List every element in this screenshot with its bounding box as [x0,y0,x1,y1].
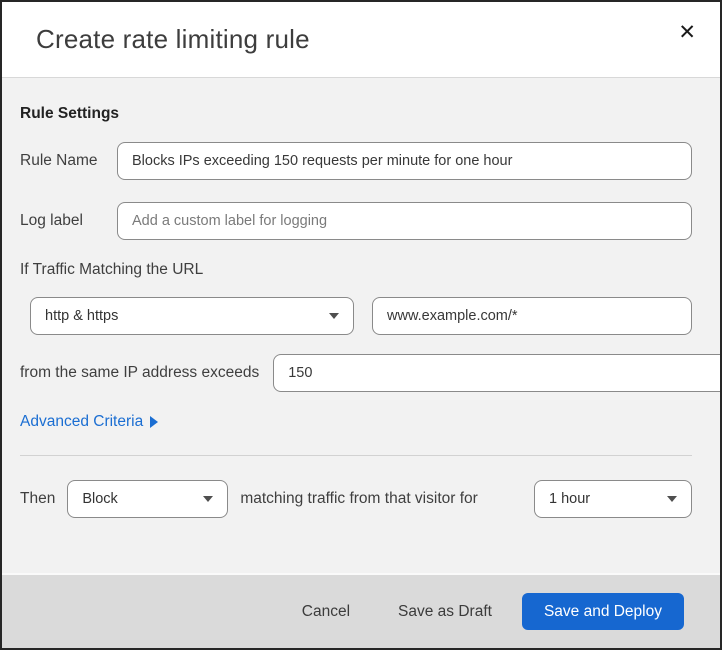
requests-count-input[interactable] [273,354,720,392]
rule-settings-heading: Rule Settings [20,105,120,122]
threshold-prefix-label: from the same IP address exceeds [20,364,260,381]
log-label-row: Log label [20,202,692,240]
url-pattern-input[interactable] [372,297,692,335]
dialog-header: Create rate limiting rule ✕ [2,2,720,78]
chevron-down-icon [329,313,339,319]
save-as-draft-button[interactable]: Save as Draft [394,597,496,627]
url-input-wrap [372,297,692,335]
scheme-select-value: http & https [45,308,119,324]
dialog-body: Rule Settings Rule Name Log label If Tra… [2,78,720,573]
log-label-input[interactable] [117,202,692,240]
then-action-row: Then Block matching traffic from that vi… [20,480,692,518]
rule-name-row: Rule Name [20,142,692,180]
advanced-criteria-link[interactable]: Advanced Criteria [20,413,159,431]
section-divider [20,455,692,456]
rule-name-input[interactable] [117,142,692,180]
create-rate-limiting-rule-dialog: Create rate limiting rule ✕ Rule Setting… [0,0,722,650]
dialog-title: Create rate limiting rule [36,24,310,54]
rule-name-label: Rule Name [20,152,98,169]
close-icon[interactable]: ✕ [674,18,700,47]
cancel-button[interactable]: Cancel [298,597,354,627]
advanced-criteria-label: Advanced Criteria [20,413,144,430]
matching-traffic-label: matching traffic from that visitor for [240,490,478,507]
action-select[interactable]: Block [67,480,229,518]
threshold-row: from the same IP address exceeds request… [20,354,720,392]
triangle-right-icon [150,416,159,428]
scheme-select[interactable]: http & https [30,297,354,335]
traffic-matching-heading: If Traffic Matching the URL [20,261,204,278]
action-select-value: Block [82,491,118,507]
save-and-deploy-button[interactable]: Save and Deploy [521,593,684,630]
url-match-row: http & https [20,297,692,335]
dialog-footer: Cancel Save as Draft Save and Deploy [2,573,720,648]
chevron-down-icon [667,496,677,502]
chevron-down-icon [203,496,214,502]
then-label: Then [20,490,56,507]
duration-select[interactable]: 1 hour [534,480,692,518]
duration-select-value: 1 hour [549,491,591,507]
log-label-label: Log label [20,212,83,229]
